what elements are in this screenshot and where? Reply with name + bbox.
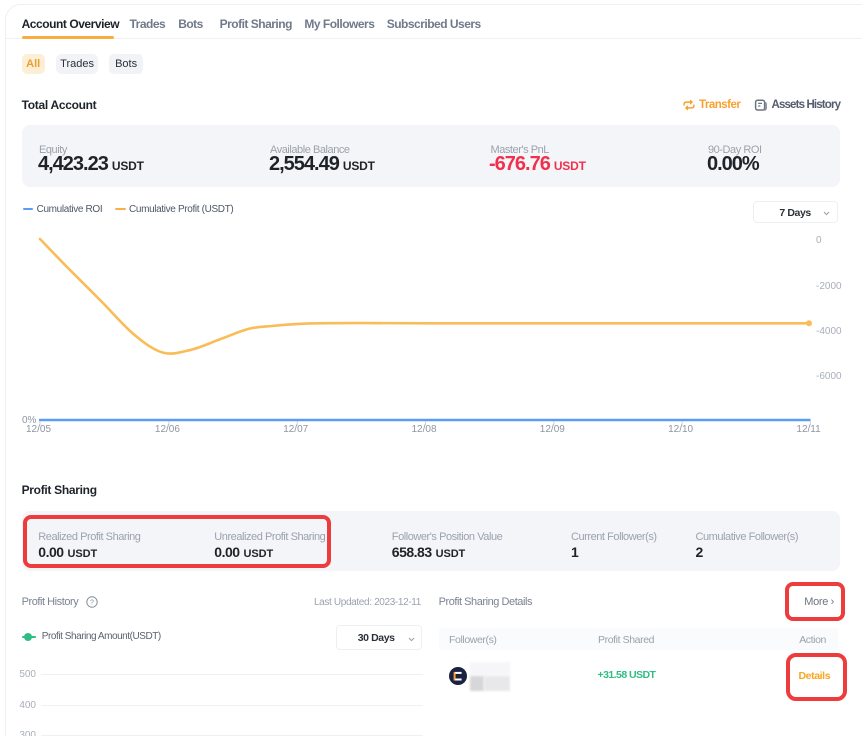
- svg-text:?: ?: [90, 599, 94, 606]
